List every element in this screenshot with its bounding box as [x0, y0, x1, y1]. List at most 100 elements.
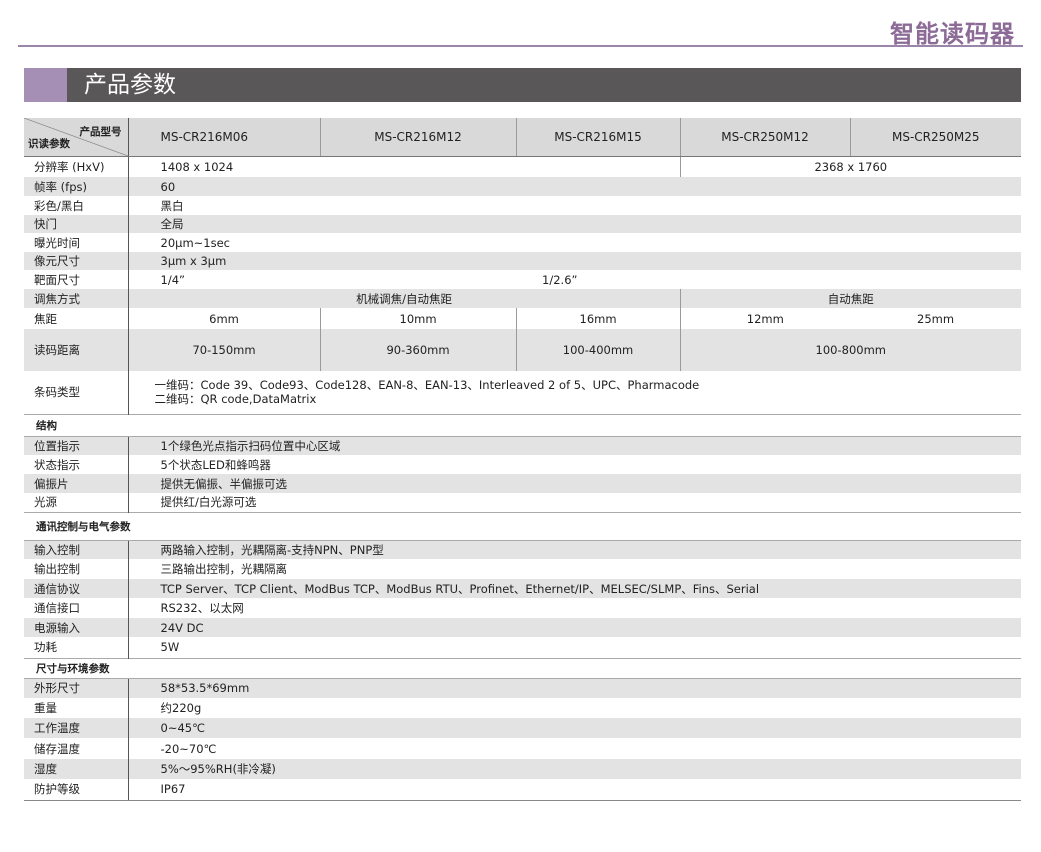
spec-value: 3μm x 3μm — [128, 252, 1022, 270]
section-row: 结构 — [24, 413, 1022, 437]
model-name: MS-CR216M06 — [128, 118, 321, 157]
spec-label: 通信协议 — [24, 579, 129, 598]
model-name: MS-CR216M15 — [515, 118, 681, 157]
spec-label: 分辨率 (HxV) — [24, 156, 129, 177]
spec-value: 60 — [128, 177, 1022, 196]
spec-label: 读码距离 — [24, 329, 129, 371]
spec-row: 储存温度 -20~70℃ — [24, 738, 1022, 759]
spec-row: 输出控制 三路输出控制，光耦隔离 — [24, 559, 1022, 579]
spec-label: 重量 — [24, 698, 129, 718]
spec-label: 曝光时间 — [24, 233, 129, 252]
spec-value: 5%～95%RH(非冷凝) — [128, 759, 1022, 779]
spec-value: 三路输出控制，光耦隔离 — [128, 559, 1022, 579]
header-corner-cell: 产品型号 识读参数 — [24, 118, 129, 157]
spec-row: 位置指示 1个绿色光点指示扫码位置中心区域 — [24, 436, 1022, 455]
spec-value: 16mm — [515, 308, 681, 329]
spec-label: 功耗 — [24, 637, 129, 658]
spec-value: 70-150mm — [128, 329, 321, 371]
spec-value: 100-800mm — [679, 329, 1022, 371]
spec-label: 帧率 (fps) — [24, 177, 129, 196]
spec-label: 湿度 — [24, 759, 129, 779]
spec-value: 全局 — [128, 215, 1022, 233]
spec-label: 光源 — [24, 493, 129, 512]
spec-value: 自动焦距 — [679, 289, 1022, 308]
spec-value: 90-360mm — [319, 329, 517, 371]
spec-row: 曝光时间 20μm~1sec — [24, 233, 1022, 252]
spec-value: 24V DC — [128, 618, 1022, 637]
spec-value: RS232、以太网 — [128, 598, 1022, 618]
spec-row: 读码距离 70-150mm 90-360mm 100-400mm 100-800… — [24, 329, 1022, 371]
spec-value: IP67 — [128, 779, 1022, 801]
spec-label: 防护等级 — [24, 779, 129, 801]
spec-label: 条码类型 — [24, 371, 129, 414]
spec-value: 1/4” — [128, 270, 517, 289]
spec-row: 状态指示 5个状态LED和蜂鸣器 — [24, 455, 1022, 474]
spec-value: 100-400mm — [515, 329, 681, 371]
spec-row: 快门 全局 — [24, 215, 1022, 233]
model-name: MS-CR216M12 — [319, 118, 517, 157]
section-label: 尺寸与环境参数 — [24, 657, 1022, 679]
spec-row: 工作温度 0~45℃ — [24, 718, 1022, 738]
header-divider — [18, 45, 1023, 47]
spec-value: 12mm — [679, 308, 851, 329]
spec-value: 一维码：Code 39、Code93、Code128、EAN-8、EAN-13、… — [154, 378, 700, 393]
model-header-row: 产品型号 识读参数 MS-CR216M06 MS-CR216M12 MS-CR2… — [24, 118, 1022, 157]
spec-row: 调焦方式 机械调焦/自动焦距 自动焦距 — [24, 289, 1022, 308]
spec-value: 1/2.6” — [516, 270, 1022, 289]
spec-value: 两路输入控制，光耦隔离-支持NPN、PNP型 — [128, 540, 1022, 559]
spec-row: 彩色/黑白 黑白 — [24, 196, 1022, 215]
section-label: 通讯控制与电气参数 — [24, 511, 1022, 541]
corner-model-label: 产品型号 — [79, 126, 122, 138]
spec-row: 通信接口 RS232、以太网 — [24, 598, 1022, 618]
spec-label: 彩色/黑白 — [24, 196, 129, 215]
spec-value: 5W — [128, 637, 1022, 658]
spec-value: 1408 x 1024 — [128, 156, 681, 177]
spec-row: 输入控制 两路输入控制，光耦隔离-支持NPN、PNP型 — [24, 540, 1022, 559]
spec-label: 焦距 — [24, 308, 129, 329]
spec-label: 工作温度 — [24, 718, 129, 738]
spec-label: 偏振片 — [24, 474, 129, 493]
spec-value: 约220g — [128, 698, 1022, 718]
spec-row: 外形尺寸 58*53.5*69mm — [24, 678, 1022, 698]
spec-value: 提供红/白光源可选 — [128, 493, 1022, 512]
section-accent — [24, 68, 67, 102]
spec-row: 电源输入 24V DC — [24, 618, 1022, 637]
spec-value: -20~70℃ — [128, 738, 1022, 759]
spec-value: 20μm~1sec — [128, 233, 1022, 252]
spec-row: 分辨率 (HxV) 1408 x 1024 2368 x 1760 — [24, 156, 1022, 177]
spec-row: 光源 提供红/白光源可选 — [24, 493, 1022, 512]
spec-row: 焦距 6mm 10mm 16mm 12mm 25mm — [24, 308, 1022, 329]
spec-label: 状态指示 — [24, 455, 129, 474]
spec-value: TCP Server、TCP Client、ModBus TCP、ModBus … — [128, 579, 1022, 598]
spec-value: 25mm — [850, 308, 1022, 329]
spec-value: 10mm — [319, 308, 517, 329]
spec-value: 0~45℃ — [128, 718, 1022, 738]
section-title: 产品参数 — [84, 72, 176, 98]
spec-row: 湿度 5%～95%RH(非冷凝) — [24, 759, 1022, 779]
spec-label: 储存温度 — [24, 738, 129, 759]
spec-label: 快门 — [24, 215, 129, 233]
spec-label: 通信接口 — [24, 598, 129, 618]
spec-label: 输入控制 — [24, 540, 129, 559]
spec-label: 位置指示 — [24, 436, 129, 455]
corner-param-label: 识读参数 — [28, 137, 70, 150]
section-header: 产品参数 — [24, 68, 1021, 102]
spec-label: 外形尺寸 — [24, 678, 129, 698]
spec-value: 黑白 — [128, 196, 1022, 215]
spec-label: 像元尺寸 — [24, 252, 129, 270]
spec-value: 6mm — [128, 308, 321, 329]
spec-value: 1个绿色光点指示扫码位置中心区域 — [128, 436, 1022, 455]
spec-row: 通信协议 TCP Server、TCP Client、ModBus TCP、Mo… — [24, 579, 1022, 598]
spec-value: 2368 x 1760 — [679, 156, 1022, 177]
spec-value: 二维码：QR code,DataMatrix — [154, 392, 317, 407]
spec-label: 靶面尺寸 — [24, 270, 129, 289]
spec-value: 机械调焦/自动焦距 — [128, 289, 681, 308]
spec-label: 输出控制 — [24, 559, 129, 579]
model-name: MS-CR250M12 — [679, 118, 851, 157]
spec-row: 重量 约220g — [24, 698, 1022, 718]
spec-row: 功耗 5W — [24, 637, 1022, 658]
spec-row: 帧率 (fps) 60 — [24, 177, 1022, 196]
barcode-values: 一维码：Code 39、Code93、Code128、EAN-8、EAN-13、… — [128, 371, 1022, 414]
spec-value: 5个状态LED和蜂鸣器 — [128, 455, 1022, 474]
spec-row: 条码类型 一维码：Code 39、Code93、Code128、EAN-8、EA… — [24, 371, 1022, 414]
